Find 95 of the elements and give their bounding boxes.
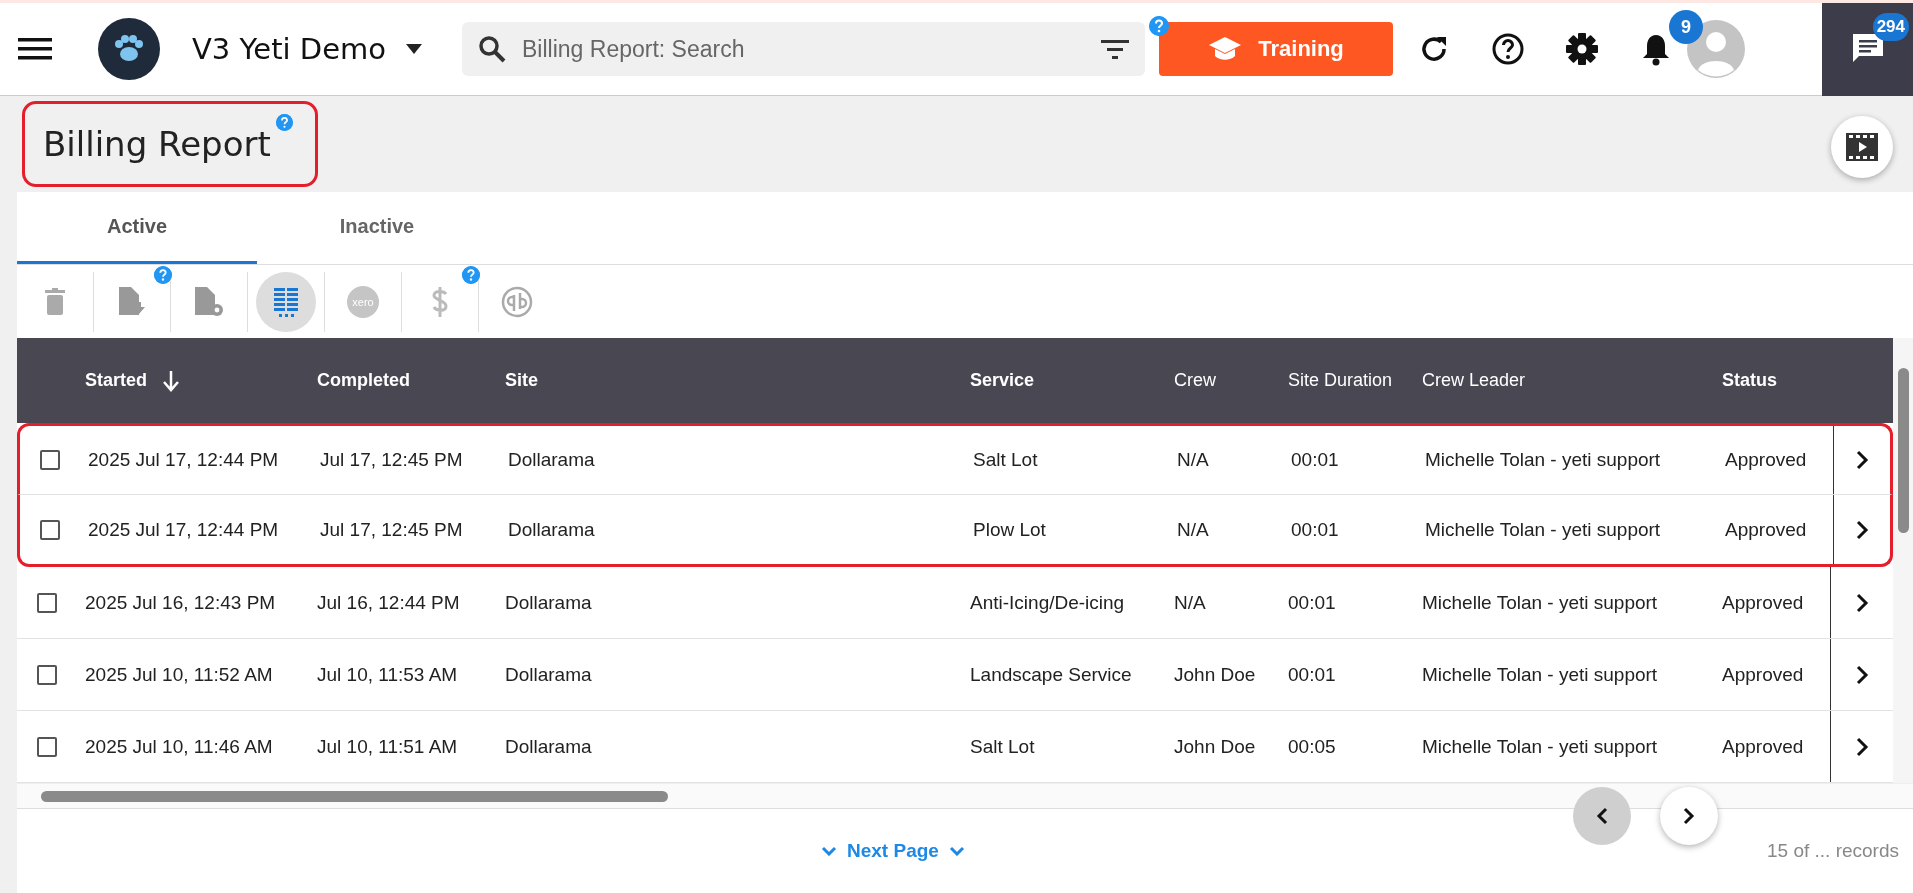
chat-count: 294 (1872, 12, 1909, 41)
notification-count: 9 (1669, 10, 1704, 44)
table-cell-text: Plow Lot (973, 518, 1047, 541)
next-page-button[interactable] (1660, 787, 1718, 845)
quickbooks-icon (501, 285, 533, 318)
table-cell-text: Michelle Tolan - yeti support (1425, 518, 1662, 541)
table-cell-text: 00:01 (1291, 449, 1340, 471)
row-checkbox[interactable] (37, 736, 57, 757)
chevron-right-icon[interactable] (1855, 736, 1869, 757)
help-badge-icon[interactable] (275, 114, 293, 131)
search-icon (478, 35, 507, 63)
table-cell-text: Dollarama (505, 735, 593, 758)
menu-icon[interactable] (18, 37, 52, 61)
chat-button[interactable]: 294 (1822, 2, 1913, 96)
table-cell-text: Dollarama (508, 518, 596, 541)
tab[interactable]: Active (17, 192, 257, 264)
table-cell-text: Anti-Icing/De-icing (970, 591, 1126, 614)
column-header[interactable]: Completed (317, 370, 410, 391)
caret-icon[interactable] (406, 44, 423, 54)
chevron-right-icon[interactable] (1855, 450, 1869, 470)
table-cell-text: 00:01 (1288, 663, 1337, 686)
table-cell-text: John Doe (1174, 735, 1257, 758)
tab[interactable]: Inactive (257, 192, 497, 264)
filter-icon[interactable] (1101, 38, 1130, 60)
settings-icon[interactable] (1565, 32, 1600, 66)
file-gear-icon (193, 284, 225, 319)
table-cell-text: Jul 17, 12:45 PM (320, 518, 464, 541)
table-cell-text: Jul 10, 11:53 AM (317, 663, 459, 686)
vertical-scrollbar[interactable] (1893, 338, 1913, 783)
column-header[interactable]: Service (970, 370, 1035, 391)
table-cell-text: Approved (1725, 518, 1808, 541)
table-cell-text: 2025 Jul 17, 12:44 PM (88, 518, 280, 541)
table-cell-text: N/A (1177, 518, 1210, 541)
column-header[interactable]: Site (505, 370, 538, 391)
row-checkbox[interactable] (40, 519, 60, 540)
film-icon (1845, 132, 1879, 162)
table-cell-text: Salt Lot (973, 449, 1039, 471)
table-cell-text: Dollarama (505, 591, 593, 614)
table-cell-text: N/A (1174, 591, 1207, 614)
table-cell-text: 2025 Jul 17, 12:44 PM (88, 449, 280, 471)
table-cell-text: 2025 Jul 10, 11:46 AM (85, 735, 274, 758)
trash-icon (44, 287, 66, 316)
chevron-down-icon (948, 846, 965, 856)
table-cell-text: Michelle Tolan - yeti support (1422, 663, 1659, 686)
column-header: Crew (1174, 370, 1216, 391)
video-button[interactable] (1831, 116, 1893, 178)
table-cell-text: Michelle Tolan - yeti support (1422, 591, 1659, 614)
chevron-left-icon (1596, 807, 1608, 825)
chevron-down-icon (821, 846, 837, 856)
horizontal-scrollbar[interactable] (17, 783, 1913, 808)
table-cell-text: Salt Lot (970, 735, 1036, 758)
table-cell-text: Michelle Tolan - yeti support (1425, 449, 1662, 471)
sort-down-icon[interactable] (163, 369, 179, 392)
table-cell-text: 2025 Jul 16, 12:43 PM (85, 591, 277, 614)
table-cell-text: Landscape Service (970, 663, 1133, 686)
column-header[interactable]: Status (1722, 370, 1777, 391)
column-header[interactable]: Started (85, 370, 147, 391)
table-cell-text: 00:01 (1288, 591, 1337, 614)
chevron-right-icon[interactable] (1855, 592, 1869, 613)
help-badge-icon[interactable] (1149, 16, 1170, 36)
row-checkbox[interactable] (37, 664, 57, 685)
help-badge-icon[interactable] (462, 265, 480, 284)
search-field[interactable]: Billing Report: Search (520, 34, 1088, 64)
table-cell-text: John Doe (1174, 663, 1257, 686)
table-cell-text: N/A (1177, 449, 1210, 471)
table-cell-text: 2025 Jul 10, 11:52 AM (85, 663, 274, 686)
xero-logo: xero (347, 285, 379, 318)
table-cell-text: Jul 10, 11:51 AM (317, 735, 459, 758)
table-cell-text: Jul 17, 12:45 PM (320, 449, 464, 471)
chevron-right-icon (1683, 807, 1695, 825)
column-header: Site Duration (1288, 370, 1393, 391)
table-cell-text: Dollarama (508, 449, 596, 471)
help-icon[interactable] (1491, 32, 1526, 66)
table-cell-text: 00:01 (1291, 518, 1340, 541)
record-count: 15 of ... records (1767, 840, 1899, 862)
dollar-icon (431, 285, 449, 318)
chevron-right-icon[interactable] (1855, 664, 1869, 685)
page-title: Billing Report (22, 101, 318, 187)
table-cell-text: Approved (1722, 591, 1805, 614)
column-header: Crew Leader (1422, 370, 1526, 391)
table-cell-text: Jul 16, 12:44 PM (317, 591, 461, 614)
table-cell-text: 00:05 (1288, 735, 1337, 758)
table-cell-text: Approved (1722, 663, 1805, 686)
row-checkbox[interactable] (37, 592, 57, 613)
row-checkbox[interactable] (40, 450, 60, 470)
columns-icon (273, 285, 299, 318)
company-name[interactable]: V3 Yeti Demo (192, 32, 387, 66)
table-cell-text: Approved (1725, 449, 1808, 471)
graduation-cap-icon (1208, 36, 1243, 62)
next-page-link[interactable]: Next Page (815, 839, 971, 863)
chevron-right-icon[interactable] (1855, 519, 1869, 540)
help-badge-icon[interactable] (154, 265, 172, 284)
table-cell-text: Michelle Tolan - yeti support (1422, 735, 1659, 758)
table-cell-text: Approved (1722, 735, 1805, 758)
table-cell-text: Dollarama (505, 663, 593, 686)
